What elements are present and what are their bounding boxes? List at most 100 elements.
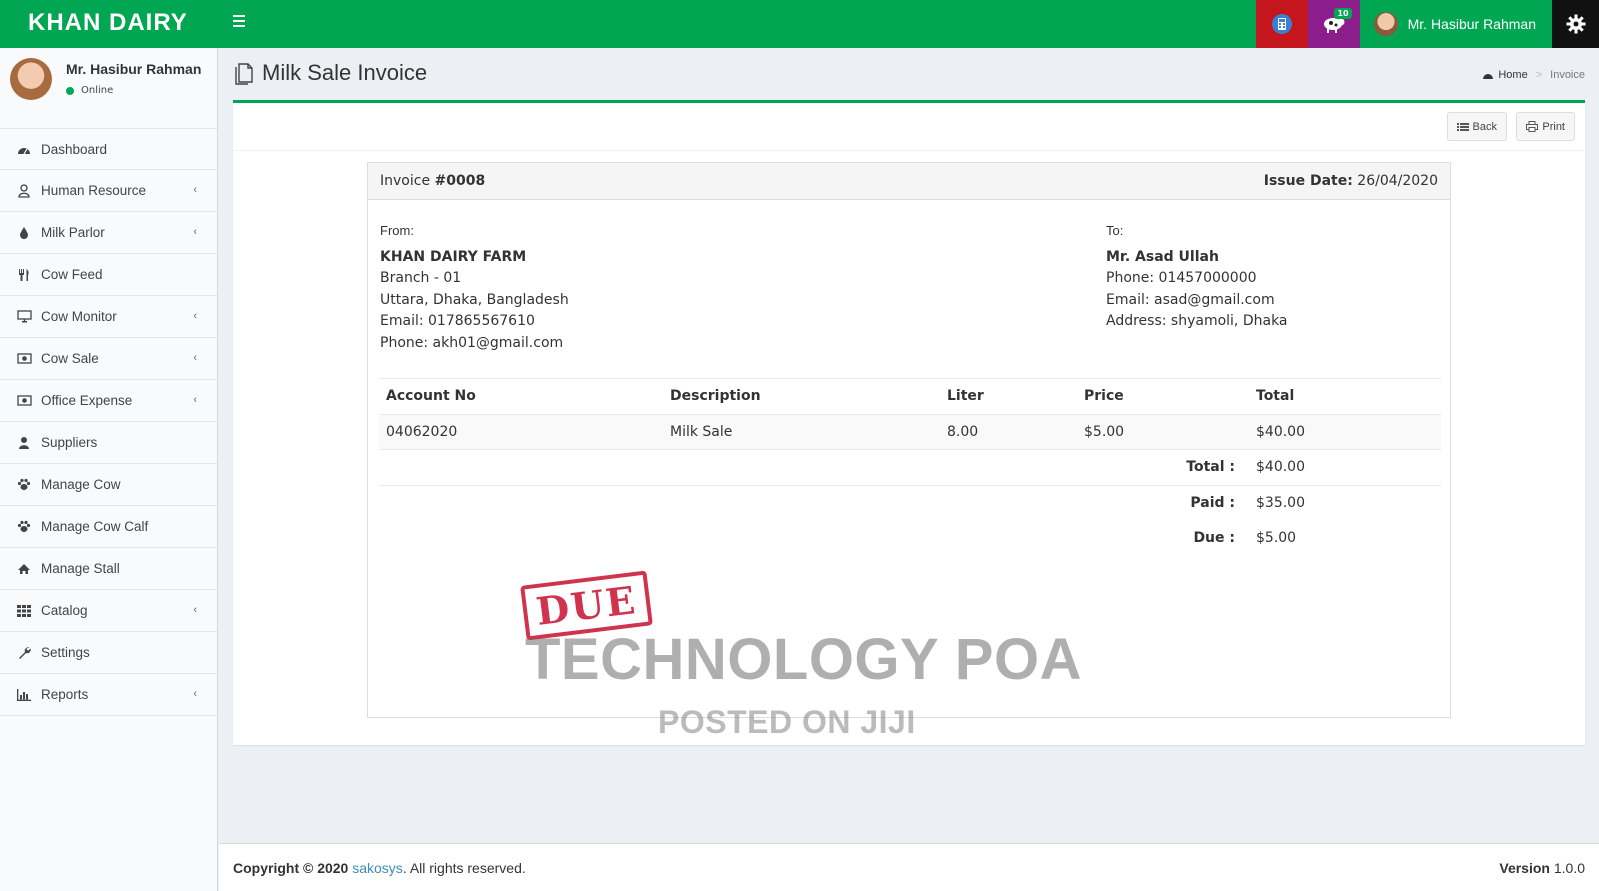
sidebar-item-dashboard[interactable]: Dashboard: [0, 128, 217, 170]
breadcrumb: Home > Invoice: [1482, 69, 1585, 81]
invoice-number-value: #0008: [434, 173, 486, 189]
sidebar-item-label: Reports: [41, 687, 89, 702]
status-indicator: Online: [66, 85, 113, 96]
sidebar-item-milk-parlor[interactable]: Milk Parlor ‹: [0, 212, 217, 254]
sidebar-item-human-resource[interactable]: Human Resource ‹: [0, 170, 217, 212]
from-label: From:: [380, 223, 414, 238]
issue-date-label: Issue Date:: [1263, 173, 1353, 189]
dashboard-icon: [1483, 74, 1494, 79]
bar-chart-icon: [16, 688, 32, 702]
print-button[interactable]: Print: [1516, 112, 1575, 141]
sidebar-item-cow-sale[interactable]: Cow Sale ‹: [0, 338, 217, 380]
sidebar-item-catalog[interactable]: Catalog ‹: [0, 590, 217, 632]
app-logo[interactable]: KHAN DAIRY: [0, 0, 218, 48]
money-icon: [16, 352, 32, 366]
table-cell: $5.00: [1077, 413, 1249, 450]
cow-notification-button[interactable]: 10: [1307, 0, 1360, 48]
calculator-button[interactable]: [1255, 0, 1308, 48]
version-label: Version: [1499, 860, 1550, 876]
user-panel: Mr. Hasibur Rahman Online: [0, 48, 217, 128]
chevron-left-icon: ‹: [193, 310, 197, 322]
sidebar-item-manage-cow-calf[interactable]: Manage Cow Calf: [0, 506, 217, 548]
sidebar-item-suppliers[interactable]: Suppliers: [0, 422, 217, 464]
online-dot-icon: [66, 86, 74, 95]
sidebar-item-label: Milk Parlor: [41, 225, 105, 240]
sidebar-item-label: Cow Monitor: [41, 309, 117, 324]
company-link[interactable]: sakosys: [352, 860, 403, 876]
sidebar-item-label: Settings: [41, 645, 90, 660]
home-icon: [16, 562, 32, 576]
back-button[interactable]: Back: [1446, 112, 1507, 141]
summary-value: $35.00: [1249, 484, 1441, 521]
chevron-left-icon: ‹: [193, 688, 197, 700]
column-header: Price: [1077, 378, 1249, 414]
table-header-row: Account No Description Liter Price Total: [379, 378, 1441, 414]
column-header: Liter: [940, 378, 1077, 414]
sidebar-item-label: Manage Stall: [41, 561, 120, 576]
issue-date-value: 26/04/2020: [1357, 173, 1438, 189]
dashboard-icon: [16, 142, 32, 156]
sidebar-item-label: Manage Cow Calf: [41, 519, 149, 534]
breadcrumb-separator: >: [1535, 69, 1543, 81]
settings-button[interactable]: [1552, 0, 1599, 48]
top-navbar: KHAN DAIRY 10 Mr. Hasibur Rahman: [0, 0, 1599, 48]
money-icon: [16, 394, 32, 408]
avatar: [1373, 12, 1398, 36]
wrench-icon: [16, 646, 32, 660]
sidebar-item-manage-cow[interactable]: Manage Cow: [0, 464, 217, 506]
chevron-left-icon: ‹: [193, 604, 197, 616]
sidebar-user-name: Mr. Hasibur Rahman: [66, 61, 202, 77]
watermark-subtitle: POSTED ON JIJI: [658, 704, 916, 740]
version-value: 1.0.0: [1553, 860, 1585, 876]
to-line: Address: shyamoli, Dhaka: [1106, 313, 1288, 329]
sidebar-toggle-icon[interactable]: [228, 12, 250, 34]
sidebar-item-cow-monitor[interactable]: Cow Monitor ‹: [0, 296, 217, 338]
user-icon: [16, 183, 32, 198]
summary-label: Paid :: [379, 484, 1249, 521]
notification-badge: 10: [1334, 8, 1352, 19]
calculator-icon: [1271, 14, 1292, 34]
table-cell: 04062020: [379, 413, 663, 450]
sidebar-item-settings[interactable]: Settings: [0, 632, 217, 674]
user-menu[interactable]: Mr. Hasibur Rahman: [1360, 0, 1552, 48]
invoice-number: Invoice #0008: [380, 173, 485, 189]
sidebar-item-office-expense[interactable]: Office Expense ‹: [0, 380, 217, 422]
issue-date: Issue Date: 26/04/2020: [1264, 173, 1438, 189]
table-row: 04062020 Milk Sale 8.00 $5.00 $40.00: [379, 413, 1441, 450]
to-block: To: Mr. Asad Ullah Phone: 01457000000 Em…: [1106, 220, 1288, 333]
sidebar-item-manage-stall[interactable]: Manage Stall: [0, 548, 217, 590]
page-header: Milk Sale Invoice: [233, 60, 427, 86]
to-line: Email: asad@gmail.com: [1106, 291, 1275, 308]
file-icon: [235, 63, 253, 85]
copyright-prefix: Copyright © 2020: [233, 860, 349, 876]
sidebar-menu: Dashboard Human Resource ‹ Milk Parlor ‹ Cow …: [0, 128, 217, 716]
summary-row-due: Due : $5.00: [379, 521, 1441, 557]
column-header: Account No: [379, 378, 663, 414]
invoice-items-table: Account No Description Liter Price Total…: [379, 378, 1441, 556]
sidebar-item-label: Manage Cow: [41, 477, 121, 492]
breadcrumb-current: Invoice: [1550, 69, 1585, 81]
list-icon: [1456, 122, 1469, 131]
sidebar-item-label: Cow Feed: [41, 267, 103, 282]
desktop-icon: [16, 310, 32, 324]
to-line: Phone: 01457000000: [1106, 270, 1257, 286]
page-title: Milk Sale Invoice: [262, 60, 428, 85]
sidebar-item-label: Dashboard: [41, 141, 108, 157]
paw-icon: [16, 478, 32, 492]
version: Version 1.0.0: [1499, 860, 1585, 876]
sidebar-item-label: Human Resource: [41, 183, 147, 198]
summary-row-paid: Paid : $35.00: [379, 484, 1441, 521]
sidebar-item-cow-feed[interactable]: Cow Feed: [0, 254, 217, 296]
watermark: TECHNOLOGY POA: [525, 627, 1082, 692]
from-block: From: KHAN DAIRY FARM Branch - 01 Uttara…: [380, 220, 569, 354]
summary-label: Total :: [379, 449, 1249, 485]
sidebar-item-label: Suppliers: [41, 435, 98, 450]
paw-icon: [16, 520, 32, 534]
from-line: Email: 017865567610: [380, 313, 535, 329]
sidebar-item-label: Catalog: [41, 603, 88, 618]
invoice-label: Invoice: [380, 173, 431, 189]
column-header: Total: [1249, 378, 1441, 414]
breadcrumb-home[interactable]: Home: [1482, 69, 1528, 81]
sidebar-item-reports[interactable]: Reports ‹: [0, 674, 217, 716]
summary-label: Due :: [1193, 530, 1235, 547]
